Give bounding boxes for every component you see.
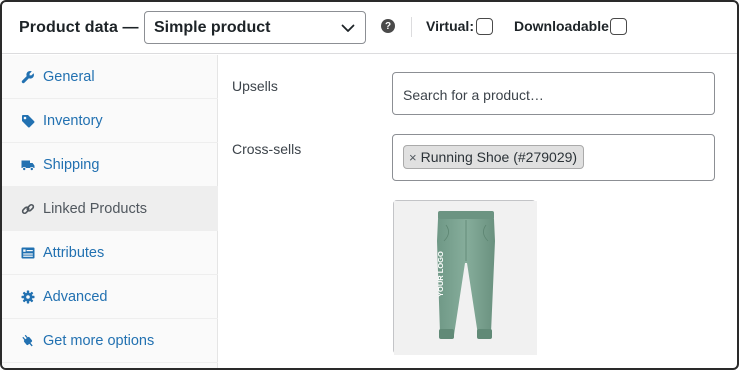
product-image-thumbnail[interactable]: YOUR LOGO [393, 200, 537, 355]
virtual-checkbox[interactable] [476, 18, 493, 35]
link-icon [21, 203, 35, 214]
selected-product-label: Running Shoe (#279029) [420, 149, 578, 165]
tab-attributes[interactable]: Attributes [2, 231, 218, 275]
tab-label-linked-products: Linked Products [43, 200, 147, 217]
help-icon[interactable]: ? [381, 19, 395, 33]
truck-icon [21, 160, 35, 171]
tab-shipping[interactable]: Shipping [2, 143, 218, 187]
product-data-panel: Product data — Simple product ? Virtual:… [0, 0, 739, 370]
tab-linked-products[interactable]: Linked Products [2, 187, 218, 231]
plugin-icon [22, 334, 33, 346]
list-icon [21, 247, 35, 258]
upsells-search-input[interactable]: Search for a product… [392, 72, 715, 115]
tab-label-shipping: Shipping [43, 156, 100, 173]
tag-icon [22, 114, 35, 127]
downloadable-checkbox[interactable] [610, 18, 627, 35]
upsells-placeholder: Search for a product… [403, 87, 544, 103]
cross-sells-input[interactable]: × Running Shoe (#279029) [392, 134, 715, 181]
tab-label-general: General [43, 68, 95, 85]
wrench-icon [21, 70, 34, 83]
product-type-select[interactable]: Simple product [144, 11, 366, 44]
gear-icon [21, 290, 35, 303]
upsells-label: Upsells [232, 78, 278, 94]
product-data-tabs: General Inventory Shipping Linked Produc… [2, 55, 218, 368]
selected-product-chip: × Running Shoe (#279029) [403, 145, 585, 169]
panel-title: Product data — [19, 18, 139, 36]
tab-label-get-more-options: Get more options [43, 332, 155, 349]
logo-text: YOUR LOGO [436, 251, 445, 297]
cross-sells-label: Cross-sells [232, 141, 302, 157]
product-type-value: Simple product [154, 18, 271, 36]
tab-advanced[interactable]: Advanced [2, 275, 218, 319]
downloadable-label: Downloadable: [514, 18, 614, 34]
tab-general[interactable]: General [2, 55, 218, 99]
sweatpants-image: YOUR LOGO [394, 201, 537, 355]
tab-label-inventory: Inventory [43, 112, 103, 129]
tab-inventory[interactable]: Inventory [2, 99, 218, 143]
tab-get-more-options[interactable]: Get more options [2, 319, 218, 363]
virtual-label: Virtual: [426, 18, 474, 34]
tab-label-attributes: Attributes [43, 244, 105, 261]
tab-label-advanced: Advanced [43, 288, 108, 305]
remove-chip-icon[interactable]: × [409, 150, 417, 165]
header-divider [411, 17, 412, 37]
chevron-down-icon [341, 24, 355, 32]
